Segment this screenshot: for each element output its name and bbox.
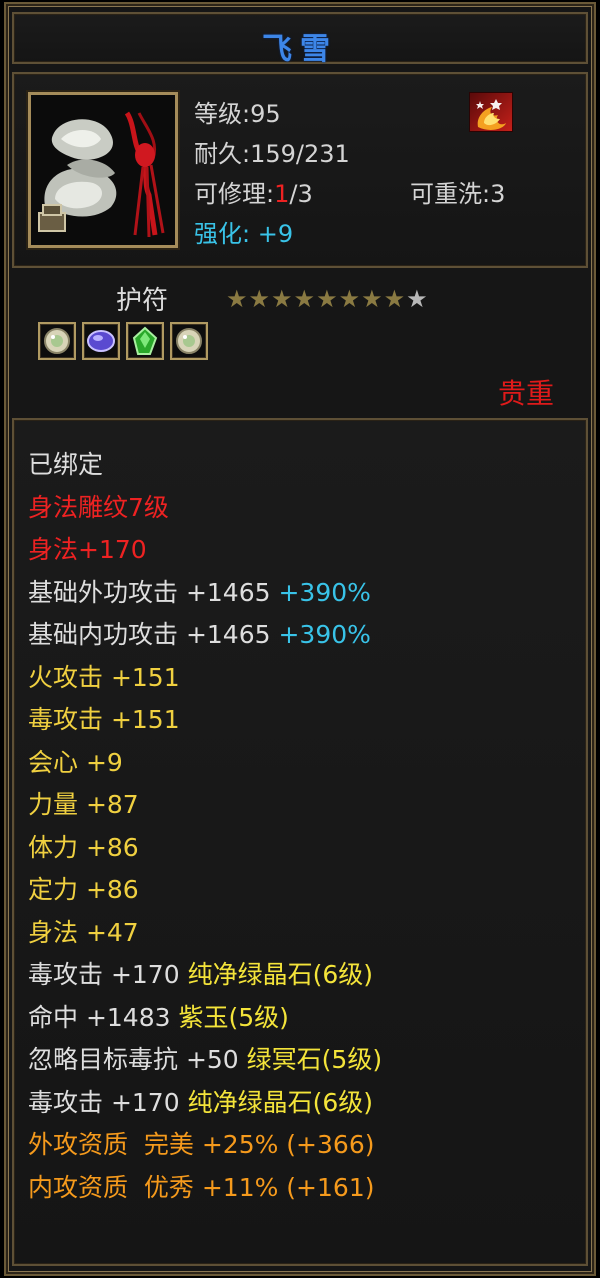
attribute-text: 身法+170 (28, 535, 147, 564)
attribute-text: 绿冥石(5级) (246, 1045, 383, 1074)
star-filled-icon: ★ (361, 285, 383, 313)
repair-max: /3 (289, 180, 313, 208)
attribute-text: 毒攻击 +151 (28, 705, 180, 734)
star-filled-icon: ★ (248, 285, 271, 313)
attribute-line: 身法雕纹7级 (28, 487, 382, 530)
attribute-text: 定力 +86 (28, 875, 139, 904)
attribute-text: 外攻资质 完美 +25% (+366) (28, 1130, 375, 1159)
item-type: 护符 (116, 286, 169, 316)
level-value: 95 (250, 100, 281, 128)
attribute-text: 基础内功攻击 +1465 (28, 620, 279, 649)
attribute-line: 定力 +86 (28, 869, 382, 912)
jade-amulet-icon (28, 92, 178, 248)
repair-label: 可修理: (194, 180, 275, 208)
attribute-text: 毒攻击 +170 (28, 960, 188, 989)
level-row: 等级:95 (194, 94, 281, 129)
attribute-text: 身法 +47 (28, 917, 139, 947)
green-crystal-gem-icon (126, 322, 164, 360)
attribute-line: 毒攻击 +151 (28, 699, 382, 742)
attribute-line: 毒攻击 +170 纯净绿晶石(6级) (28, 1082, 382, 1125)
attribute-text: 忽略目标毒抗 +50 (28, 1045, 247, 1074)
attribute-text: 毒攻击 +170 (28, 1087, 188, 1117)
attribute-text: 命中 +1483 (28, 1002, 179, 1032)
attribute-text: 已绑定 (28, 450, 104, 479)
title-bar: 飞雪 (12, 12, 588, 67)
rewash-label: 可重洗: (410, 180, 491, 208)
durability-label: 耐久: (194, 140, 251, 168)
fire-ornament-icon (469, 92, 513, 132)
attribute-text: 体力 +86 (28, 832, 139, 862)
star-filled-icon: ★ (226, 285, 248, 313)
attribute-text: 身法雕纹7级 (28, 492, 169, 522)
attribute-line: 忽略目标毒抗 +50 绿冥石(5级) (28, 1039, 382, 1082)
purple-gem-icon (82, 322, 120, 360)
durability-value: 159/231 (250, 140, 350, 168)
attribute-line: 体力 +86 (28, 827, 382, 870)
gem-slots (38, 322, 208, 360)
attribute-line: 基础内功攻击 +1465 +390% (28, 614, 382, 657)
star-filled-icon: ★ (271, 285, 293, 313)
star-filled-icon: ★ (316, 285, 338, 313)
attribute-line: 火攻击 +151 (28, 657, 382, 700)
item-info-panel: 等级:95 耐久:159/231 可修理:1/3 可重洗:3 强化: +9 (12, 72, 588, 268)
star-filled-icon: ★ (293, 285, 316, 313)
attribute-text: 内攻资质 优秀 +11% (+161) (28, 1172, 375, 1202)
star-filled-icon: ★ (338, 285, 361, 313)
attribute-line: 已绑定 (28, 444, 382, 487)
attribute-line: 内攻资质 优秀 +11% (+161) (28, 1167, 382, 1210)
attribute-panel: 已绑定 身法雕纹7级 身法+170 基础外功攻击 +1465 +390% 基础内功攻击 … (12, 418, 588, 1266)
attribute-text: 紫玉(5级) (178, 1002, 289, 1032)
pale-jade-gem-icon (170, 322, 208, 360)
attribute-text: 基础外功攻击 +1465 (28, 577, 279, 607)
attribute-text: +390% (278, 577, 371, 607)
level-label: 等级: (194, 100, 251, 128)
item-name: 飞雪 (262, 32, 338, 67)
attribute-line: 外攻资质 完美 +25% (+366) (28, 1124, 382, 1167)
attribute-line: 身法+170 (28, 529, 382, 572)
star-empty-icon: ★ (406, 285, 428, 313)
attribute-line: 基础外功攻击 +1465 +390% (28, 572, 382, 615)
attribute-text: 力量 +87 (28, 790, 139, 819)
attribute-list: 已绑定 身法雕纹7级 身法+170 基础外功攻击 +1465 +390% 基础内功攻击 … (28, 444, 382, 1209)
attribute-line: 毒攻击 +170 纯净绿晶石(6级) (28, 954, 382, 997)
repair-row: 可修理:1/3 (194, 174, 313, 209)
attribute-text: 会心 +9 (28, 747, 123, 777)
attribute-line: 会心 +9 (28, 742, 382, 785)
attribute-text: +390% (278, 620, 371, 649)
star-rating: ★ ★ ★ ★ ★ ★ ★ ★ ★ (226, 286, 428, 312)
star-filled-icon: ★ (383, 285, 406, 313)
item-quality: 贵重 (497, 377, 554, 410)
type-quality-panel: 护符 ★ ★ ★ ★ ★ ★ ★ ★ ★ 贵重 (12, 272, 588, 414)
enhance-value: +9 (257, 220, 294, 248)
enhance-label: 强化: (194, 220, 251, 248)
pale-jade-gem-icon (38, 322, 76, 360)
attribute-line: 命中 +1483 紫玉(5级) (28, 997, 382, 1040)
durability-row: 耐久:159/231 (194, 134, 350, 169)
rewash-row: 可重洗:3 (410, 174, 505, 209)
attribute-line: 身法 +47 (28, 912, 382, 955)
rewash-value: 3 (490, 180, 506, 208)
item-tooltip: 飞雪 等级:95 耐久:159/231 可修理:1/3 可重洗:3 强化: +9… (4, 2, 596, 1276)
enhance-row: 强化: +9 (194, 214, 293, 249)
attribute-text: 纯净绿晶石(6级) (187, 960, 373, 989)
repair-used: 1 (274, 180, 290, 208)
attribute-text: 纯净绿晶石(6级) (187, 1087, 373, 1117)
attribute-line: 力量 +87 (28, 784, 382, 827)
attribute-text: 火攻击 +151 (28, 662, 180, 692)
